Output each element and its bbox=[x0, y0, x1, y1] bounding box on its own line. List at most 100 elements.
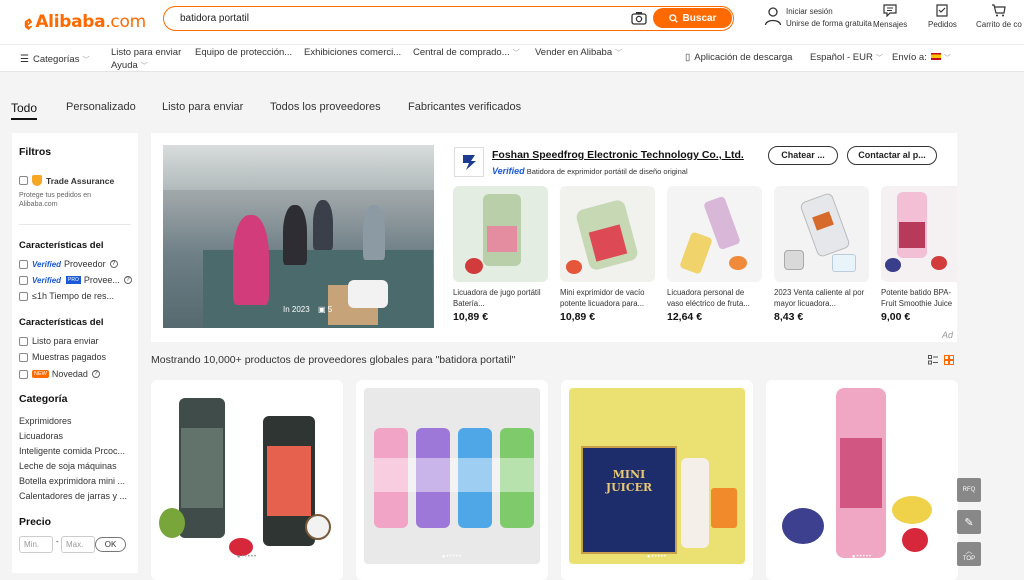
ad-product-title[interactable]: Potente batido BPA-Fruit Smoothie Juice bbox=[881, 287, 957, 309]
arrow-up-icon: ︿ bbox=[965, 548, 973, 555]
verified-supplier-filter[interactable]: Verified Proveedor ? bbox=[19, 259, 118, 269]
checkbox[interactable] bbox=[19, 336, 28, 346]
coconut-shape bbox=[305, 514, 331, 540]
feedback-button[interactable]: ✎ bbox=[957, 510, 981, 534]
chat-button[interactable]: Chatear ... bbox=[768, 146, 838, 165]
ad-product-title[interactable]: 2023 Venta caliente al por mayor licuado… bbox=[774, 287, 869, 309]
language-selector[interactable]: Español - EUR ﹀ bbox=[810, 52, 883, 63]
nav-help[interactable]: Ayuda ﹀ bbox=[111, 60, 148, 71]
factory-video[interactable]: In 2023 ▣ 5 bbox=[163, 145, 434, 328]
app-download-link[interactable]: ▯ Aplicación de descarga bbox=[685, 52, 792, 63]
product-card[interactable]: ●••••• bbox=[356, 380, 548, 580]
signin-link[interactable]: Iniciar sesión bbox=[786, 6, 872, 18]
supplier-name-link[interactable]: Foshan Speedfrog Electronic Technology C… bbox=[492, 149, 744, 161]
rfq-button[interactable]: RFQ bbox=[957, 478, 981, 502]
search-button[interactable]: Buscar bbox=[653, 8, 732, 28]
camera-search-icon[interactable] bbox=[631, 11, 647, 25]
category-link[interactable]: Inteligente comida Prcoc... bbox=[19, 446, 125, 456]
ad-product-card[interactable]: Potente batido BPA-Fruit Smoothie Juice … bbox=[881, 186, 957, 323]
signin-area[interactable]: Iniciar sesión Unirse de forma gratuita bbox=[764, 6, 872, 30]
carousel-dots[interactable]: ●••••• bbox=[159, 554, 335, 560]
carousel-dots[interactable]: ●••••• bbox=[774, 554, 950, 560]
tab-all[interactable]: Todo bbox=[11, 101, 37, 115]
ad-product-card[interactable]: Mini exprimidor de vacío potente licuado… bbox=[560, 186, 655, 323]
category-link[interactable]: Exprimidores bbox=[19, 416, 72, 426]
response-time-label: ≤1h Tiempo de res... bbox=[32, 291, 114, 301]
nav-trade-shows[interactable]: Exhibiciones comerci... bbox=[304, 47, 401, 58]
list-view-icon[interactable] bbox=[928, 355, 938, 365]
product-image: MINI JUICER ●••••• bbox=[569, 388, 745, 564]
supplier-features-heading: Características del bbox=[19, 240, 104, 251]
product-card[interactable]: MINI JUICER ●••••• bbox=[561, 380, 753, 580]
back-to-top-button[interactable]: ︿ TOP bbox=[957, 542, 981, 566]
category-link[interactable]: Botella exprimidora mini ... bbox=[19, 476, 125, 486]
checkbox[interactable] bbox=[19, 176, 28, 185]
carousel-dots[interactable]: ●••••• bbox=[569, 554, 745, 560]
cart-button[interactable]: Carrito de co bbox=[976, 4, 1022, 29]
checkbox[interactable] bbox=[19, 291, 28, 301]
verified-supplier-label: Proveedor bbox=[64, 259, 106, 269]
join-free-link[interactable]: Unirse de forma gratuita bbox=[786, 18, 872, 30]
product-image bbox=[774, 186, 869, 282]
verified-pro-filter[interactable]: Verified PRO Provee... ? bbox=[19, 275, 132, 285]
checkbox[interactable] bbox=[19, 369, 28, 379]
nav-buyer-central-label: Central de comprado... bbox=[413, 47, 510, 58]
trade-assurance-filter[interactable]: Trade Assurance bbox=[19, 175, 114, 186]
supplier-verified: Verified Batidora de exprimidor portátil … bbox=[492, 166, 688, 176]
category-link[interactable]: Calentadores de jarras y ... bbox=[19, 491, 127, 501]
filters-sidebar: Filtros Trade Assurance Protege tus pedi… bbox=[12, 133, 138, 573]
checkbox[interactable] bbox=[19, 259, 28, 269]
supplier-logo[interactable] bbox=[454, 147, 484, 177]
grid-view-icon[interactable] bbox=[944, 355, 954, 365]
pro-badge: PRO bbox=[66, 276, 81, 284]
price-ok-button[interactable]: OK bbox=[95, 537, 126, 552]
ad-product-price: 12,64 € bbox=[667, 311, 703, 323]
messages-button[interactable]: Mensajes bbox=[873, 4, 907, 29]
tab-verified-manufacturers[interactable]: Fabricantes verificados bbox=[408, 101, 521, 113]
orders-button[interactable]: Pedidos bbox=[928, 4, 957, 29]
ad-product-title[interactable]: Mini exprimidor de vacío potente licuado… bbox=[560, 287, 655, 309]
ad-product-title[interactable]: Licuadora personal de vaso eléctrico de … bbox=[667, 287, 762, 309]
chevron-down-icon: ﹀ bbox=[875, 55, 883, 62]
tab-all-suppliers[interactable]: Todos los proveedores bbox=[270, 101, 381, 113]
nav-protection-equipment[interactable]: Equipo de protección... bbox=[195, 47, 292, 58]
nav-buyer-central[interactable]: Central de comprado... ﹀ bbox=[413, 47, 520, 58]
contact-supplier-button[interactable]: Contactar al p... bbox=[847, 146, 937, 165]
ready-to-ship-filter[interactable]: Listo para enviar bbox=[19, 336, 99, 346]
help-icon[interactable]: ? bbox=[123, 276, 132, 284]
worker-figure bbox=[283, 205, 307, 265]
shield-icon bbox=[32, 175, 42, 186]
gift-box-label: MINI JUICER bbox=[605, 468, 653, 494]
chevron-down-icon: ﹀ bbox=[82, 57, 90, 64]
max-price-input[interactable]: Max. bbox=[61, 536, 95, 553]
help-icon[interactable]: ? bbox=[91, 370, 100, 378]
ad-product-title[interactable]: Licuadora de jugo portátil Batería... bbox=[453, 287, 548, 309]
gift-box-shape bbox=[581, 446, 677, 554]
nav-sell-label: Vender en Alibaba bbox=[535, 47, 613, 58]
product-card[interactable]: ●••••• bbox=[766, 380, 958, 580]
product-card[interactable]: ●••••• bbox=[151, 380, 343, 580]
response-time-filter[interactable]: ≤1h Tiempo de res... bbox=[19, 291, 114, 301]
nav-ready-to-ship[interactable]: Listo para enviar bbox=[111, 47, 181, 58]
ad-product-card[interactable]: Licuadora de jugo portátil Batería... 10… bbox=[453, 186, 548, 323]
fruit-shape bbox=[159, 508, 185, 538]
nav-sell-on-alibaba[interactable]: Vender en Alibaba ﹀ bbox=[535, 47, 622, 58]
ship-to-selector[interactable]: Envío a: ﹀ bbox=[892, 52, 951, 63]
carousel-dots[interactable]: ●••••• bbox=[364, 554, 540, 560]
paid-samples-filter[interactable]: Muestras pagados bbox=[19, 352, 106, 362]
product-image: ●••••• bbox=[159, 388, 335, 564]
ad-product-card[interactable]: Licuadora personal de vaso eléctrico de … bbox=[667, 186, 762, 323]
search-input[interactable] bbox=[180, 11, 620, 26]
ad-product-card[interactable]: 2023 Venta caliente al por mayor licuado… bbox=[774, 186, 869, 323]
min-price-input[interactable]: Min. bbox=[19, 536, 53, 553]
category-link[interactable]: Licuadoras bbox=[19, 431, 63, 441]
checkbox[interactable] bbox=[19, 352, 28, 362]
tab-ready-to-ship[interactable]: Listo para enviar bbox=[162, 101, 243, 113]
tab-customized[interactable]: Personalizado bbox=[66, 101, 136, 113]
help-icon[interactable]: ? bbox=[109, 260, 118, 268]
checkbox[interactable] bbox=[19, 275, 28, 285]
categories-menu[interactable]: ☰ Categorías ﹀ bbox=[20, 54, 89, 65]
new-arrivals-filter[interactable]: NEW Novedad ? bbox=[19, 369, 100, 379]
category-link[interactable]: Leche de soja máquinas bbox=[19, 461, 117, 471]
alibaba-logo[interactable]: ꬲ Alibaba.com bbox=[24, 8, 146, 35]
